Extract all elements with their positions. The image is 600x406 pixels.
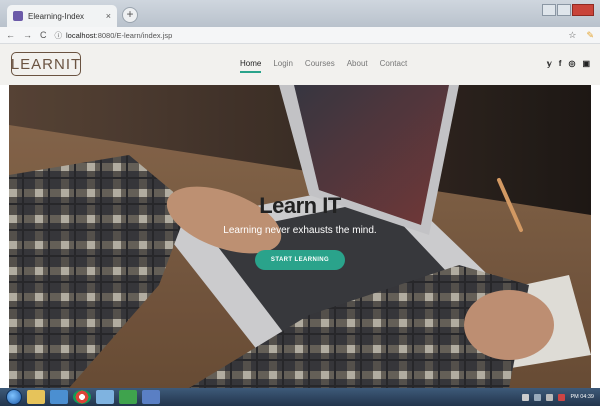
instagram-icon[interactable]: ◎ (568, 59, 575, 68)
nav-contact[interactable]: Contact (380, 59, 408, 68)
linkedin-icon[interactable]: ▣ (582, 59, 590, 68)
nav-about[interactable]: About (347, 59, 368, 68)
eclipse-icon[interactable] (96, 390, 114, 404)
antivirus-icon[interactable] (558, 393, 566, 401)
word-icon[interactable] (142, 390, 160, 404)
nav-courses[interactable]: Courses (305, 59, 335, 68)
os-taskbar: PM 04:39 (0, 388, 600, 406)
url-path: :8080/E-learn/index.jsp (95, 30, 173, 40)
system-tray: PM 04:39 (522, 393, 594, 401)
excel-icon[interactable] (119, 390, 137, 404)
window-controls (541, 4, 594, 16)
star-icon[interactable]: ☆ (568, 30, 576, 41)
hero-section: Learn IT Learning never exhausts the min… (9, 85, 591, 388)
tray-flag-icon[interactable] (522, 393, 530, 401)
file-explorer-icon[interactable] (27, 390, 45, 404)
browser-tab-bar: Elearning-Index × + (0, 0, 600, 27)
nav-login[interactable]: Login (273, 59, 293, 68)
maximize-button[interactable] (557, 4, 571, 16)
chrome-icon[interactable] (73, 390, 91, 404)
clock[interactable]: PM 04:39 (570, 394, 594, 400)
reload-icon[interactable]: C (40, 30, 47, 40)
favicon-icon (13, 11, 23, 21)
network-icon[interactable] (534, 393, 542, 401)
close-window-button[interactable] (572, 4, 594, 16)
volume-icon[interactable] (546, 393, 554, 401)
hero-subtitle: Learning never exhausts the mind. (223, 225, 377, 236)
new-tab-button[interactable]: + (122, 7, 138, 23)
social-links: 𝕪 f ◎ ▣ (547, 59, 590, 68)
minimize-button[interactable] (542, 4, 556, 16)
tab-title: Elearning-Index (28, 11, 85, 21)
nav-home[interactable]: Home (240, 59, 262, 73)
twitter-icon[interactable]: 𝕪 (547, 59, 552, 68)
url-host: localhost (66, 30, 96, 40)
start-button[interactable] (6, 389, 22, 405)
tab-close-icon[interactable]: × (106, 11, 111, 21)
extension-icon[interactable]: ✎ (586, 30, 594, 41)
url-field[interactable]: ⓘ localhost:8080/E-learn/index.jsp (55, 30, 173, 41)
browser-tab[interactable]: Elearning-Index × (7, 5, 117, 27)
hero-content: Learn IT Learning never exhausts the min… (9, 193, 591, 270)
start-learning-button[interactable]: START LEARNING (254, 250, 346, 270)
virtualbox-icon[interactable] (50, 390, 68, 404)
info-icon[interactable]: ⓘ (55, 30, 63, 41)
hero-title: Learn IT (259, 193, 341, 218)
facebook-icon[interactable]: f (559, 59, 562, 68)
address-bar: ← → C ⓘ localhost:8080/E-learn/index.jsp… (0, 27, 600, 44)
forward-icon[interactable]: → (23, 30, 32, 40)
site-header: LEARNIT Home Login Courses About Contact… (0, 44, 600, 85)
back-icon[interactable]: ← (6, 30, 15, 40)
main-nav: Home Login Courses About Contact (240, 59, 408, 73)
site-logo[interactable]: LEARNIT (11, 52, 81, 76)
